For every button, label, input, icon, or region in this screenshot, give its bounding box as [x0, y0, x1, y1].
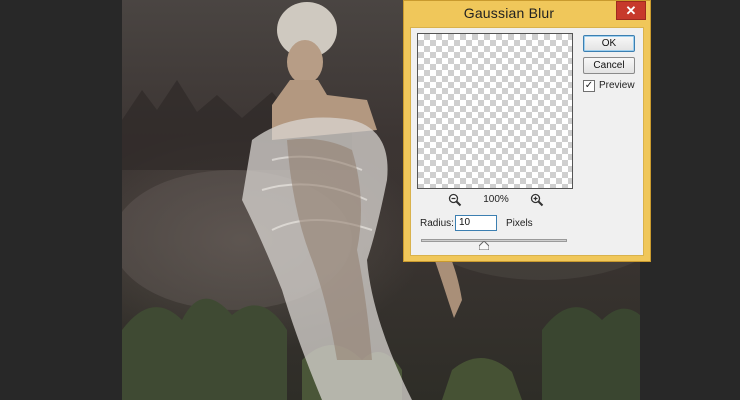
- radius-input[interactable]: 10: [455, 215, 497, 231]
- filter-preview[interactable]: [417, 33, 573, 189]
- preview-label: Preview: [599, 80, 635, 91]
- zoom-level: 100%: [483, 194, 509, 205]
- gaussian-blur-dialog: Gaussian Blur ✕ OK Cancel ✓ Preview 100%: [403, 0, 651, 262]
- zoom-in-icon[interactable]: [530, 193, 544, 207]
- close-button[interactable]: ✕: [616, 1, 646, 20]
- zoom-controls: 100%: [411, 193, 579, 209]
- zoom-out-icon[interactable]: [448, 193, 462, 207]
- preview-checkbox[interactable]: ✓: [583, 80, 595, 92]
- radius-label: Radius:: [420, 218, 454, 229]
- dialog-titlebar[interactable]: Gaussian Blur ✕: [404, 1, 650, 27]
- dialog-title: Gaussian Blur: [463, 5, 555, 21]
- radius-unit-label: Pixels: [506, 218, 533, 229]
- radius-slider-thumb[interactable]: [478, 241, 489, 250]
- close-icon: ✕: [625, 3, 637, 18]
- radius-slider-track[interactable]: [421, 239, 567, 242]
- ok-button[interactable]: OK: [583, 35, 635, 52]
- dialog-body: OK Cancel ✓ Preview 100% Radius: 10 Pixe…: [410, 27, 644, 256]
- cancel-button[interactable]: Cancel: [583, 57, 635, 74]
